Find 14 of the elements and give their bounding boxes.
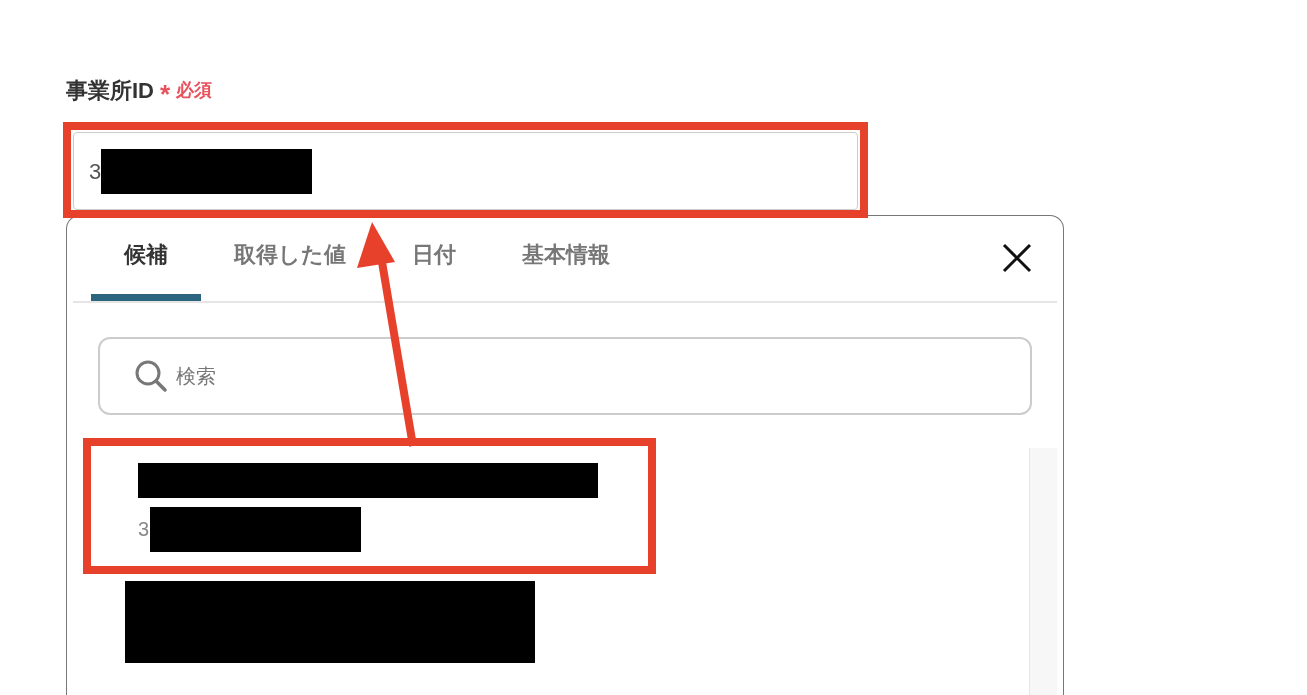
close-icon — [1001, 241, 1033, 274]
required-mark: * — [160, 81, 171, 107]
required-label: 必須 — [176, 78, 213, 102]
tab[interactable]: 取得した値 — [201, 214, 379, 301]
tab[interactable]: 候補 — [91, 214, 201, 301]
search-field[interactable]: 検索 — [98, 337, 1032, 415]
id-field[interactable]: 3 — [73, 132, 858, 210]
tab[interactable]: 基本情報 — [489, 214, 643, 301]
result-id: 3 — [138, 517, 150, 542]
result-item[interactable]: 3 — [111, 448, 1029, 573]
field-label: 事業所ID — [66, 76, 154, 105]
search-input[interactable]: 検索 — [176, 361, 576, 391]
tab[interactable]: 日付 — [379, 214, 489, 301]
search-icon — [134, 359, 168, 393]
